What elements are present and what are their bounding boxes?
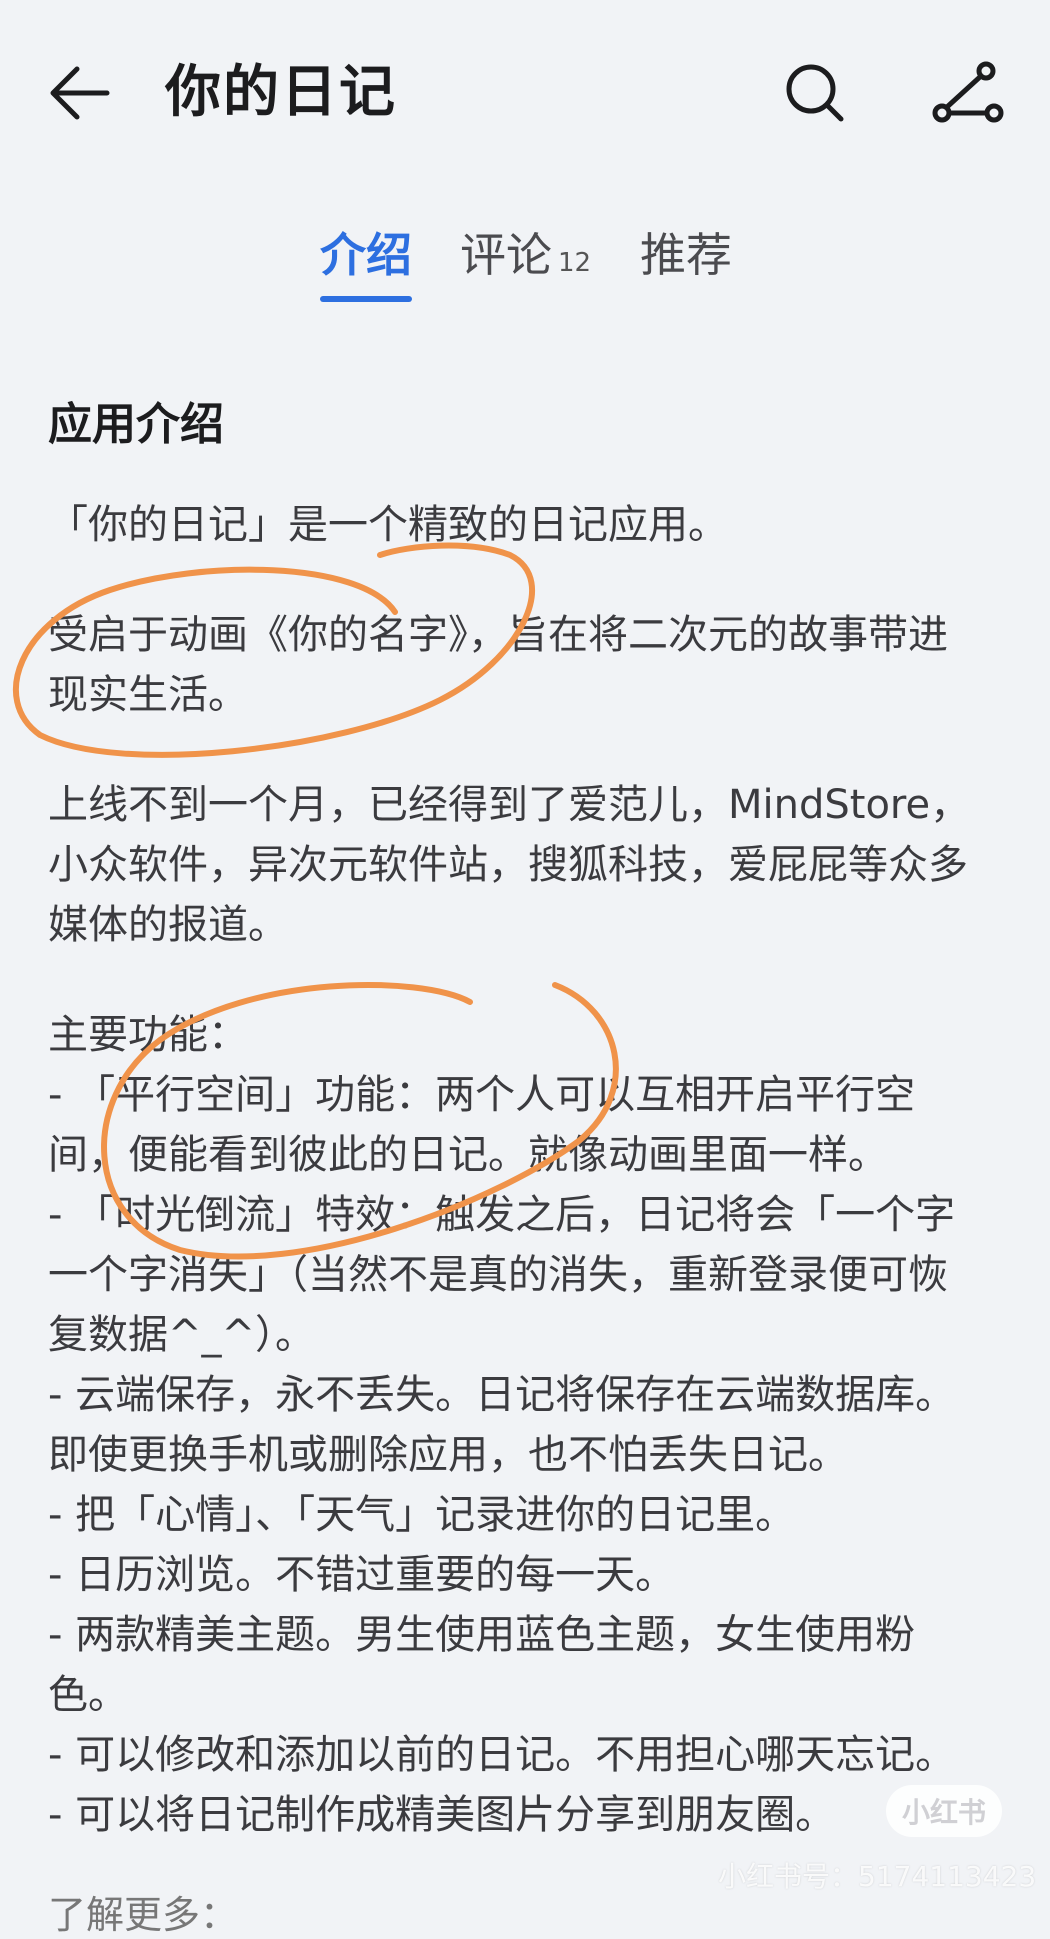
share-button[interactable] — [930, 58, 1006, 128]
feature-line: - 两款精美主题。男生使用蓝色主题，女生使用粉 — [48, 1612, 916, 1658]
tab-intro-label: 介绍 — [320, 228, 412, 282]
page-title: 你的日记 — [165, 60, 397, 125]
tab-recommend[interactable]: 推荐 — [640, 220, 732, 290]
feature-line: - 可以将日记制作成精美图片分享到朋友圈。 — [48, 1792, 836, 1838]
search-button[interactable] — [780, 58, 850, 128]
tab-comments-label: 评论 — [460, 228, 552, 282]
arrow-left-icon — [50, 66, 110, 120]
feature-line: - 日历浏览。不错过重要的每一天。 — [48, 1552, 676, 1598]
feature-line: - 把「心情」、「天气」记录进你的日记里。 — [48, 1492, 796, 1538]
intro-paragraph-3: 上线不到一个月，已经得到了爱范儿，MindStore， 小众软件，异次元软件站，… — [48, 775, 1008, 955]
watermark-badge: 小红书 — [886, 1785, 1002, 1837]
tab-comments[interactable]: 评论 12 — [460, 220, 591, 298]
feature-line: - 云端保存，永不丢失。日记将保存在云端数据库。 — [48, 1372, 956, 1418]
share-icon — [932, 61, 1004, 123]
features-heading: 主要功能： — [48, 1012, 248, 1058]
active-tab-indicator — [320, 296, 412, 302]
feature-line: 间，便能看到彼此的日记。就像动画里面一样。 — [48, 1132, 888, 1178]
features-list: 主要功能： - 「平行空间」功能：两个人可以互相开启平行空 间，便能看到彼此的日… — [48, 1005, 1008, 1845]
intro-line: 上线不到一个月，已经得到了爱范儿，MindStore， — [48, 782, 971, 828]
comment-count: 12 — [558, 248, 592, 278]
intro-line: 现实生活。 — [48, 672, 248, 718]
tab-intro[interactable]: 介绍 — [320, 220, 412, 290]
intro-paragraph-1: 「你的日记」是一个精致的日记应用。 — [48, 495, 1008, 555]
search-icon — [786, 64, 844, 122]
feature-line: - 可以修改和添加以前的日记。不用担心哪天忘记。 — [48, 1732, 956, 1778]
feature-line: 色。 — [48, 1672, 128, 1718]
section-title: 应用介绍 — [48, 399, 224, 450]
feature-line: 一个字消失」（当然不是真的消失，重新登录便可恢 — [48, 1252, 948, 1298]
app-intro-content: 应用介绍 「你的日记」是一个精致的日记应用。 受启于动画《你的名字》，旨在将二次… — [48, 395, 1008, 1845]
feature-line: 即使更换手机或删除应用，也不怕丢失日记。 — [48, 1432, 848, 1478]
watermark-id: 小红书号：5174113423 — [718, 1860, 1037, 1893]
learn-more-link[interactable]: 了解更多： — [48, 1884, 238, 1939]
intro-line: 媒体的报道。 — [48, 902, 288, 948]
feature-line: 复数据^_^）。 — [48, 1312, 316, 1358]
back-button[interactable] — [44, 58, 114, 128]
tab-bar: 介绍 评论 12 推荐 — [0, 220, 1050, 310]
tab-recommend-label: 推荐 — [640, 228, 732, 282]
feature-line: - 「时光倒流」特效：触发之后，日记将会「一个字 — [48, 1192, 956, 1238]
intro-line: 受启于动画《你的名字》，旨在将二次元的故事带进 — [48, 612, 948, 658]
intro-line: 小众软件，异次元软件站，搜狐科技，爱屁屁等众多 — [48, 842, 968, 888]
feature-line: - 「平行空间」功能：两个人可以互相开启平行空 — [48, 1072, 916, 1118]
intro-line: 「你的日记」是一个精致的日记应用。 — [48, 502, 728, 548]
app-header: 你的日记 — [0, 40, 1050, 140]
intro-paragraph-2: 受启于动画《你的名字》，旨在将二次元的故事带进 现实生活。 — [48, 605, 1008, 725]
